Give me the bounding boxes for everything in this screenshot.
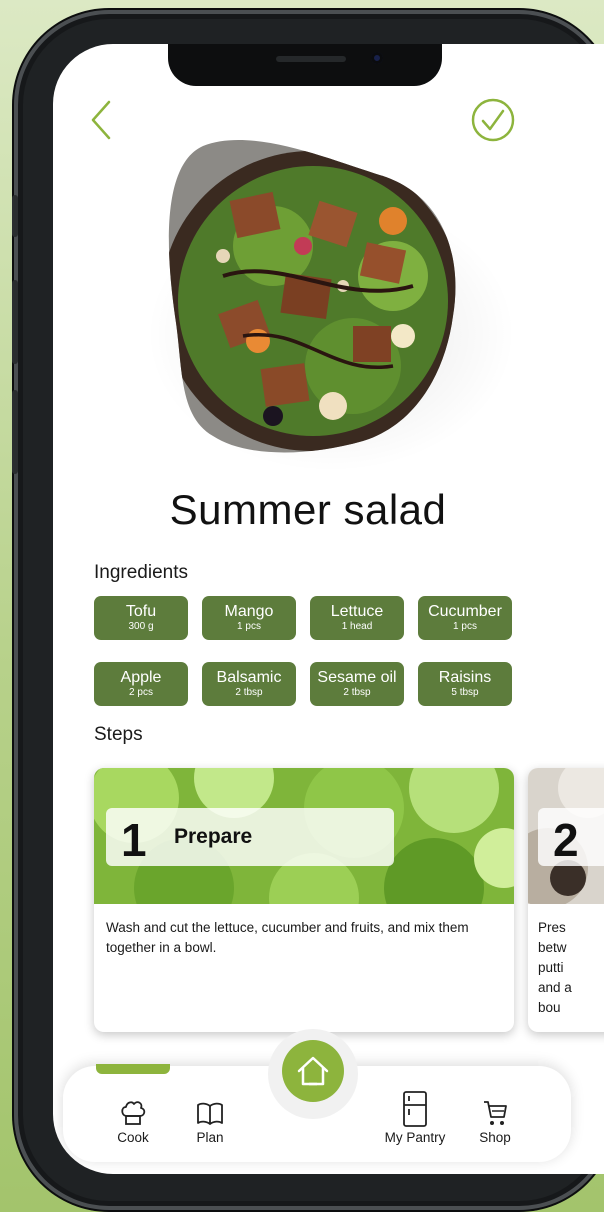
step-header: 2 xyxy=(538,808,604,866)
side-button-volume-up xyxy=(12,280,18,364)
ingredient-name: Sesame oil xyxy=(317,669,397,686)
ingredient-qty: 2 tbsp xyxy=(235,687,263,698)
step-header: 1 Prepare xyxy=(106,808,394,866)
ingredient-qty: 1 pcs xyxy=(237,621,261,632)
chevron-left-icon xyxy=(91,100,111,140)
step-card[interactable]: 2 Pres betw putti and abou xyxy=(528,768,604,1032)
cart-icon xyxy=(484,1101,507,1125)
ingredient-chip-lettuce[interactable]: Lettuce 1 head xyxy=(310,596,404,640)
recipe-title: Summer salad xyxy=(169,486,447,533)
step-description: Pres betw putti and abou xyxy=(538,920,572,1015)
ingredient-name: Raisins xyxy=(438,669,492,686)
ingredient-chip-tofu[interactable]: Tofu 300 g xyxy=(94,596,188,640)
ingredient-qty: 1 head xyxy=(341,621,373,632)
nav-label: My Pantry xyxy=(384,1130,446,1145)
ingredient-name: Mango xyxy=(224,603,274,620)
speaker xyxy=(276,56,346,62)
ingredient-chip-apple[interactable]: Apple 2 pcs xyxy=(94,662,188,706)
home-icon xyxy=(297,1056,329,1086)
nav-label: Shop xyxy=(479,1130,511,1145)
check-circle-icon xyxy=(471,98,515,142)
nav-item-plan[interactable]: Plan xyxy=(186,1098,234,1145)
ingredient-name: Balsamic xyxy=(216,669,282,686)
steps-label: Steps xyxy=(94,724,143,745)
step-number: 1 xyxy=(121,814,147,866)
nav-label: Plan xyxy=(196,1130,224,1145)
ingredients-label: Ingredients xyxy=(94,562,189,583)
chef-hat-icon xyxy=(121,1101,146,1125)
front-camera xyxy=(371,52,383,64)
ingredient-chip-mango[interactable]: Mango 1 pcs xyxy=(202,596,296,640)
ingredient-qty: 1 pcs xyxy=(453,621,477,632)
back-button[interactable] xyxy=(89,98,119,142)
book-icon xyxy=(197,1102,223,1125)
step-card[interactable]: 1 Prepare Wash and cut the lettuce, cucu… xyxy=(94,768,514,1032)
ingredient-qty: 5 tbsp xyxy=(451,687,479,698)
ingredient-chip-raisins[interactable]: Raisins 5 tbsp xyxy=(418,662,512,706)
ingredient-name: Apple xyxy=(120,669,162,686)
ingredient-chip-sesame-oil[interactable]: Sesame oil 2 tbsp xyxy=(310,662,404,706)
ingredient-qty: 2 tbsp xyxy=(343,687,371,698)
step-number: 2 xyxy=(553,814,579,866)
salad-bowl-photo xyxy=(168,139,456,453)
nav-label: Cook xyxy=(117,1130,149,1145)
home-button[interactable] xyxy=(282,1040,344,1102)
done-button[interactable] xyxy=(471,98,515,142)
fridge-icon xyxy=(403,1091,427,1127)
nav-item-shop[interactable]: Shop xyxy=(471,1098,519,1145)
step-title: Prepare xyxy=(174,825,253,848)
ingredient-qty: 300 g xyxy=(128,621,154,632)
app-screen: Summer salad Ingredients Tofu 300 g Mang… xyxy=(53,44,604,1174)
ingredient-name: Cucumber xyxy=(428,603,502,620)
ingredient-chip-balsamic[interactable]: Balsamic 2 tbsp xyxy=(202,662,296,706)
ingredient-name: Lettuce xyxy=(330,603,384,620)
nav-active-indicator xyxy=(96,1064,170,1074)
ingredient-chip-cucumber[interactable]: Cucumber 1 pcs xyxy=(418,596,512,640)
step-description: Wash and cut the lettuce, cucumber and f… xyxy=(106,920,469,955)
ingredient-qty: 2 pcs xyxy=(129,687,153,698)
notch xyxy=(168,44,442,86)
ingredient-name: Tofu xyxy=(125,603,157,620)
side-button-mute xyxy=(12,195,18,237)
side-button-volume-down xyxy=(12,390,18,474)
nav-item-cook[interactable]: Cook xyxy=(109,1098,157,1145)
nav-item-my-pantry[interactable]: My Pantry xyxy=(379,1090,451,1145)
